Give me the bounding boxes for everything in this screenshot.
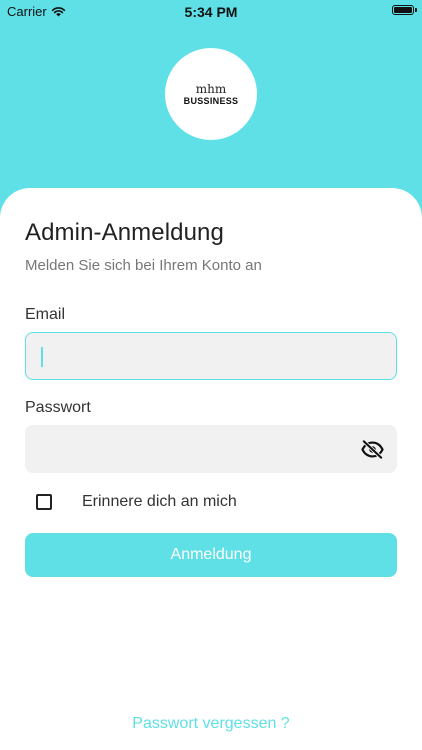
- email-field[interactable]: [25, 332, 397, 380]
- page-title: Admin-Anmeldung: [25, 219, 224, 246]
- email-label: Email: [25, 306, 66, 323]
- login-card: Admin-Anmeldung Melden Sie sich bei Ihre…: [0, 188, 422, 750]
- status-time: 5:34 PM: [184, 4, 238, 20]
- login-button[interactable]: Anmeldung: [25, 533, 397, 577]
- forgot-password-link[interactable]: Passwort vergessen ?: [0, 715, 422, 733]
- page-subtitle: Melden Sie sich bei Ihrem Konto an: [25, 257, 262, 274]
- status-bar: Carrier 5:34 PM: [0, 0, 422, 24]
- remember-me-checkbox[interactable]: [36, 494, 52, 510]
- remember-me-label: Erinnere dich an mich: [82, 493, 237, 510]
- logo-name: BUSSINESS: [183, 95, 239, 106]
- battery-nub: [415, 8, 417, 12]
- remember-me-row[interactable]: Erinnere dich an mich: [25, 490, 397, 514]
- app-logo: mhm BUSSINESS: [165, 48, 257, 140]
- eye-off-icon[interactable]: [361, 438, 384, 461]
- password-label: Passwort: [25, 399, 91, 416]
- text-caret: [41, 347, 43, 367]
- password-field[interactable]: [25, 425, 397, 473]
- logo-glyph: mhm: [195, 81, 227, 96]
- battery-icon: [392, 5, 417, 15]
- battery-level: [394, 7, 412, 13]
